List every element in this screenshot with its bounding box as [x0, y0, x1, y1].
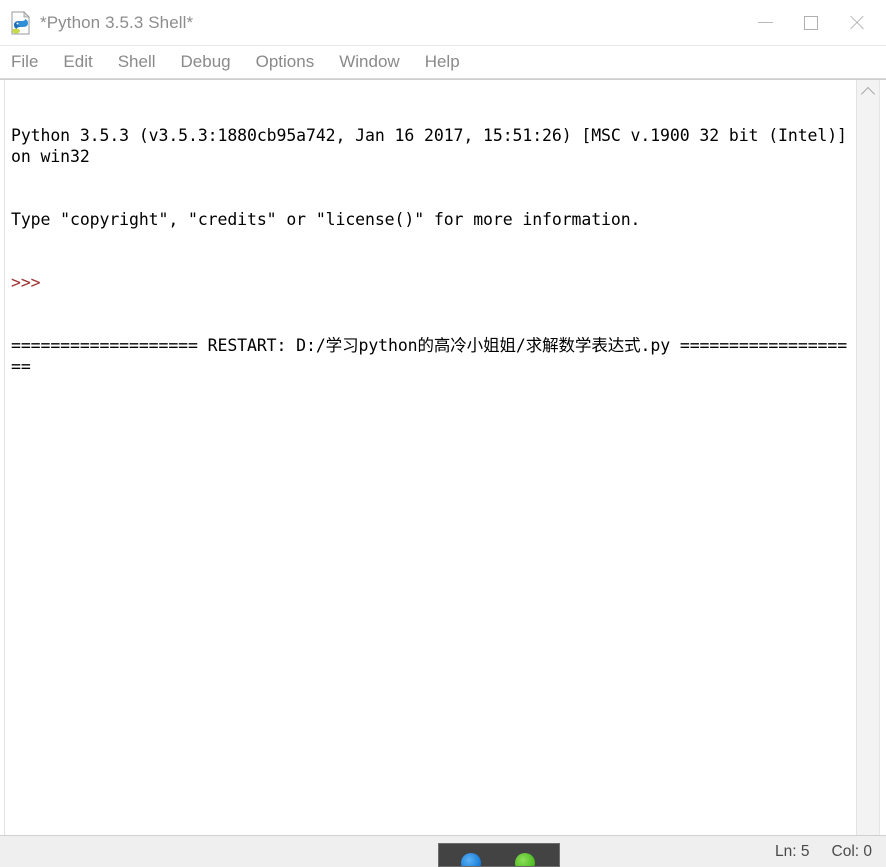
scroll-up-button[interactable]: [857, 80, 879, 104]
maximize-button[interactable]: [788, 0, 834, 45]
menu-item-options[interactable]: Options: [256, 52, 315, 72]
close-button[interactable]: [834, 0, 880, 45]
maximize-icon: [804, 15, 818, 30]
menu-item-window[interactable]: Window: [339, 52, 399, 72]
green-app-icon[interactable]: [515, 853, 535, 866]
title-bar: *Python 3.5.3 Shell*: [0, 0, 886, 46]
console-line-type-hint: Type "copyright", "credits" or "license(…: [11, 210, 641, 229]
minimize-icon: [757, 22, 773, 23]
scrollbar-track[interactable]: [857, 104, 879, 835]
console-line-restart: =================== RESTART: D:/学习python…: [11, 336, 848, 376]
vertical-scrollbar[interactable]: [856, 80, 879, 835]
idle-shell-window: *Python 3.5.3 Shell* File Edit Shell Deb…: [0, 0, 886, 867]
shell-body: Python 3.5.3 (v3.5.3:1880cb95a742, Jan 1…: [0, 79, 886, 835]
menu-item-shell[interactable]: Shell: [118, 52, 156, 72]
chevron-up-icon: [860, 86, 876, 101]
status-line-number: Ln: 5: [775, 842, 810, 860]
menu-item-edit[interactable]: Edit: [63, 52, 92, 72]
console-line-version: Python 3.5.3 (v3.5.3:1880cb95a742, Jan 1…: [11, 126, 856, 166]
window-controls: [742, 0, 880, 45]
minimize-button[interactable]: [742, 0, 788, 45]
menu-item-help[interactable]: Help: [425, 52, 460, 72]
console-prompt: >>>: [11, 273, 41, 292]
window-title: *Python 3.5.3 Shell*: [40, 12, 194, 32]
taskbar-preview-panel[interactable]: [438, 843, 560, 867]
python-idle-icon: [8, 10, 34, 36]
window-right-edge: [879, 80, 886, 835]
menu-bar: File Edit Shell Debug Options Window Hel…: [0, 46, 886, 79]
menu-item-debug[interactable]: Debug: [181, 52, 231, 72]
status-column-number: Col: 0: [831, 842, 873, 860]
close-icon: [848, 14, 866, 32]
blue-app-icon[interactable]: [461, 853, 481, 866]
menu-item-file[interactable]: File: [11, 52, 38, 72]
shell-output-area[interactable]: Python 3.5.3 (v3.5.3:1880cb95a742, Jan 1…: [5, 80, 856, 835]
